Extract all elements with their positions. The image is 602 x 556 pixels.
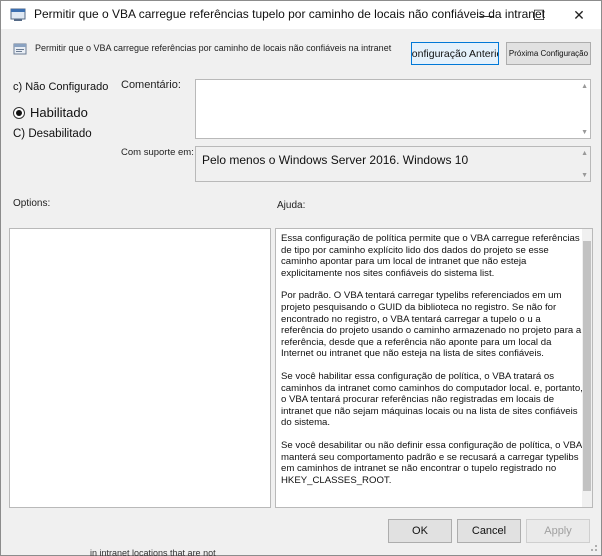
ok-button[interactable]: OK xyxy=(388,519,452,543)
scroll-up-icon[interactable]: ▲ xyxy=(581,83,588,90)
radio-disabled-label: C) Desabilitado xyxy=(13,128,92,140)
comment-textarea[interactable]: ▲ ▼ xyxy=(195,79,591,139)
apply-button[interactable]: Apply xyxy=(526,519,590,543)
setting-name: Permitir que o VBA carregue referências … xyxy=(35,43,392,53)
help-panel[interactable]: Essa configuração de política permite qu… xyxy=(275,228,593,508)
close-button[interactable]: ✕ xyxy=(556,1,602,29)
policy-editor-icon xyxy=(10,8,26,21)
help-text: Essa configuração de política permite qu… xyxy=(281,233,584,497)
help-paragraph: Se você desabilitar ou não definir essa … xyxy=(281,439,582,486)
previous-setting-button[interactable]: Configuração Anterior xyxy=(411,42,499,65)
help-paragraph: Se você habilitar essa configuração de p… xyxy=(281,370,583,429)
background-text: in intranet locations that are not xyxy=(90,548,216,556)
supported-on-value: Pelo menos o Windows Server 2016. Window… xyxy=(202,153,469,167)
radio-enabled-label: Habilitado xyxy=(30,105,88,120)
title-bar[interactable]: Permitir que o VBA carregue referências … xyxy=(1,1,601,29)
policy-setting-icon xyxy=(13,43,27,55)
radio-not-configured-label: c) Não Configurado xyxy=(13,81,109,93)
options-panel xyxy=(9,228,271,508)
supported-on-label: Com suporte em: xyxy=(121,147,194,158)
help-paragraph: Essa configuração de política permite qu… xyxy=(281,233,580,279)
comment-label: Comentário: xyxy=(121,79,181,91)
cancel-button[interactable]: Cancel xyxy=(457,519,521,543)
scroll-up-icon[interactable]: ▲ xyxy=(581,150,588,157)
policy-dialog: Permitir que o VBA carregue referências … xyxy=(0,0,602,556)
radio-button-checked[interactable] xyxy=(13,106,25,119)
supported-on-field: Pelo menos o Windows Server 2016. Window… xyxy=(195,146,591,182)
scrollbar-thumb[interactable] xyxy=(583,241,591,491)
help-paragraph: Por padrão. O VBA tentará carregar typel… xyxy=(281,290,582,360)
radio-enabled[interactable]: Habilitado xyxy=(13,105,88,120)
scroll-down-icon[interactable]: ▼ xyxy=(581,172,588,179)
options-label: Options: xyxy=(13,198,51,209)
help-label: Ajuda: xyxy=(277,200,306,211)
minimize-button[interactable]: — xyxy=(463,1,509,29)
radio-not-configured[interactable]: c) Não Configurado xyxy=(13,81,108,93)
next-setting-button[interactable]: Próxima Configuração xyxy=(506,42,591,65)
resize-grip-icon[interactable] xyxy=(588,542,598,552)
radio-disabled[interactable]: C) Desabilitado xyxy=(13,128,92,140)
help-scrollbar[interactable] xyxy=(582,229,592,507)
scroll-down-icon[interactable]: ▼ xyxy=(581,129,588,136)
